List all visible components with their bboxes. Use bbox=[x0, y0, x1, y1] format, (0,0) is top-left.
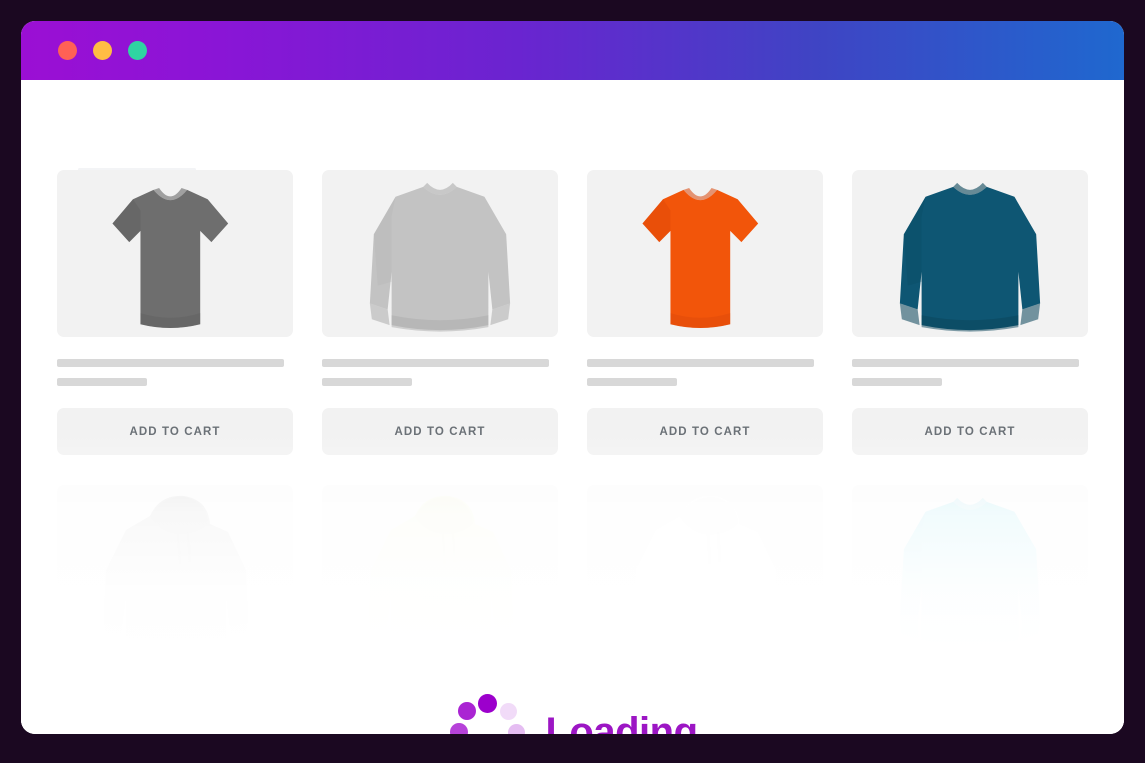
screen: ADD TO CART ADD TO CART ADD TO CART ADD TO … bbox=[0, 0, 1145, 763]
add-to-cart-button[interactable]: ADD TO CART bbox=[852, 408, 1088, 455]
product-card[interactable]: ADD TO CART bbox=[322, 170, 558, 455]
window-controls bbox=[58, 41, 147, 60]
add-to-cart-button[interactable]: ADD TO CART bbox=[322, 408, 558, 455]
add-to-cart-button[interactable]: ADD TO CART bbox=[852, 723, 1088, 734]
product-image-dark-grey-tshirt bbox=[57, 170, 293, 337]
spinner-dot-7 bbox=[457, 702, 476, 721]
loading-indicator: Loading bbox=[447, 692, 698, 734]
spinner-dot-1 bbox=[499, 702, 517, 720]
product-text-skeletons bbox=[322, 337, 558, 386]
product-text-skeletons bbox=[852, 652, 1088, 701]
spinner-icon bbox=[447, 692, 527, 734]
skeleton-title-bar bbox=[57, 674, 284, 682]
loading-label: Loading bbox=[545, 710, 698, 734]
product-image-orange-tshirt bbox=[587, 170, 823, 337]
skeleton-price-bar bbox=[322, 378, 412, 386]
spinner-dot-6 bbox=[449, 723, 468, 734]
product-text-skeletons bbox=[587, 337, 823, 386]
product-text-skeletons bbox=[57, 652, 293, 701]
product-image-teal-sweatshirt bbox=[852, 170, 1088, 337]
add-to-cart-button[interactable]: ADD TO CART bbox=[57, 408, 293, 455]
page-content: ADD TO CART ADD TO CART ADD TO CART ADD TO … bbox=[21, 80, 1124, 734]
skeleton-title-bar bbox=[322, 359, 549, 367]
skeleton-price-bar bbox=[852, 378, 942, 386]
skeleton-price-bar bbox=[322, 693, 412, 701]
browser-window: ADD TO CART ADD TO CART ADD TO CART ADD TO … bbox=[21, 21, 1124, 734]
window-titlebar bbox=[21, 21, 1124, 80]
spinner-dot-2 bbox=[507, 723, 525, 734]
minimize-button[interactable] bbox=[93, 41, 112, 60]
product-grid-row-1: ADD TO CART ADD TO CART ADD TO CART ADD TO … bbox=[57, 80, 1088, 455]
product-card[interactable]: ADD TO CART bbox=[852, 170, 1088, 455]
skeleton-price-bar bbox=[587, 378, 677, 386]
product-image-pale-yellow-hoodie bbox=[322, 485, 558, 652]
add-to-cart-button[interactable]: ADD TO CART bbox=[57, 723, 293, 734]
skeleton-price-bar bbox=[57, 378, 147, 386]
skeleton-title-bar bbox=[57, 359, 284, 367]
product-card[interactable]: ADD TO CART bbox=[57, 170, 293, 455]
skeleton-title-bar bbox=[587, 674, 814, 682]
skeleton-title-bar bbox=[322, 674, 549, 682]
product-text-skeletons bbox=[57, 337, 293, 386]
skeleton-title-bar bbox=[852, 674, 1079, 682]
product-card[interactable]: ADD TO CART bbox=[587, 170, 823, 455]
product-card[interactable]: ADD TO CART bbox=[57, 485, 293, 734]
product-text-skeletons bbox=[852, 337, 1088, 386]
product-image-grey-sweatshirt bbox=[322, 170, 558, 337]
product-image-grey-hoodie bbox=[57, 485, 293, 652]
skeleton-title-bar bbox=[587, 359, 814, 367]
add-to-cart-button[interactable]: ADD TO CART bbox=[587, 408, 823, 455]
product-image-white-hoodie bbox=[587, 485, 823, 652]
maximize-button[interactable] bbox=[128, 41, 147, 60]
spinner-dot-0 bbox=[477, 693, 497, 713]
skeleton-price-bar bbox=[57, 693, 147, 701]
skeleton-title-bar bbox=[852, 359, 1079, 367]
skeleton-price-bar bbox=[852, 693, 942, 701]
close-button[interactable] bbox=[58, 41, 77, 60]
product-card[interactable]: ADD TO CART bbox=[852, 485, 1088, 734]
product-image-cyan-sweatshirt bbox=[852, 485, 1088, 652]
